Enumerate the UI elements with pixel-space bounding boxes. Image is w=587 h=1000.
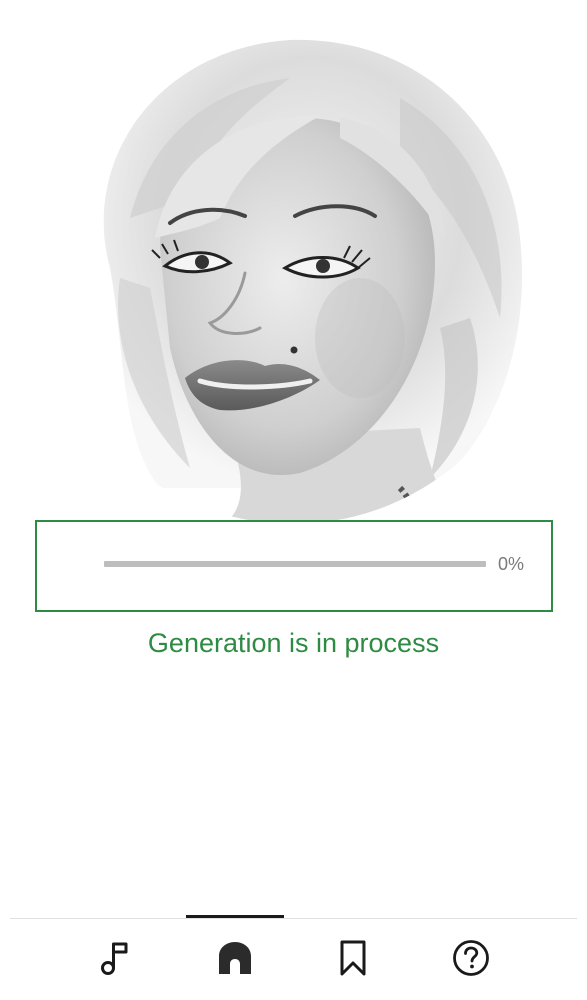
portrait-image <box>40 18 546 524</box>
progress-panel: 0% <box>35 520 553 612</box>
nav-item-music[interactable] <box>76 928 156 988</box>
generation-status: Generation is in process <box>147 628 440 658</box>
nav-item-home[interactable] <box>195 928 275 988</box>
progress-percent: 0% <box>498 554 525 574</box>
home-icon <box>219 942 251 974</box>
bottom-navigation <box>0 912 587 1000</box>
nav-item-help[interactable] <box>431 928 511 988</box>
portrait-illustration <box>40 18 546 524</box>
progress-bar <box>104 561 486 567</box>
help-circle-icon <box>453 940 489 976</box>
nav-divider <box>10 918 577 919</box>
music-note-icon <box>101 942 128 975</box>
active-tab-indicator <box>186 915 284 918</box>
bookmark-icon <box>340 940 366 976</box>
nav-item-saved[interactable] <box>313 928 393 988</box>
